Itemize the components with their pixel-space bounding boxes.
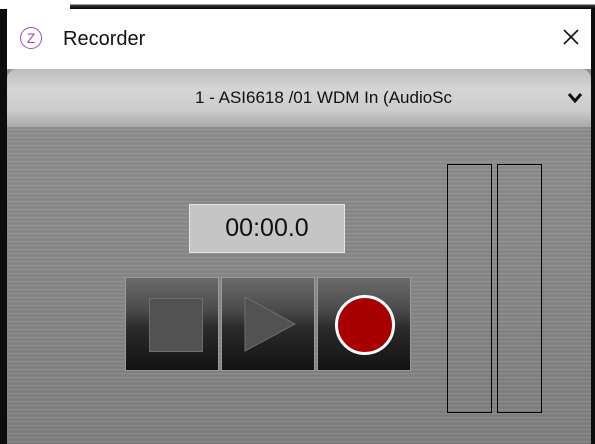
chevron-down-icon <box>567 93 583 104</box>
app-logo-icon: Z <box>20 27 42 49</box>
close-icon <box>563 29 579 45</box>
recorder-window: Z Recorder 1 - ASI6618 /01 WDM In (Audio… <box>0 0 595 444</box>
close-button[interactable] <box>556 22 586 52</box>
stop-icon <box>149 298 203 352</box>
device-selector-value: 1 - ASI6618 /01 WDM In (AudioSc <box>195 88 453 107</box>
level-meter-right <box>497 164 542 413</box>
window-border-right <box>591 9 595 444</box>
recorder-panel: 1 - ASI6618 /01 WDM In (AudioSc 00:00.0 <box>7 69 591 444</box>
time-display: 00:00.0 <box>189 204 345 253</box>
level-meter-left <box>447 164 492 413</box>
title-bar: Z Recorder <box>7 9 591 69</box>
window-border-left <box>0 9 7 444</box>
record-button[interactable] <box>317 277 411 371</box>
play-icon <box>244 296 297 352</box>
play-button[interactable] <box>221 277 315 371</box>
window-title: Recorder <box>63 28 146 50</box>
device-selector[interactable]: 1 - ASI6618 /01 WDM In (AudioSc <box>7 69 591 127</box>
transport-controls <box>125 277 411 371</box>
record-icon <box>335 295 395 355</box>
stop-button[interactable] <box>125 277 219 371</box>
background-window-edge <box>0 0 595 9</box>
